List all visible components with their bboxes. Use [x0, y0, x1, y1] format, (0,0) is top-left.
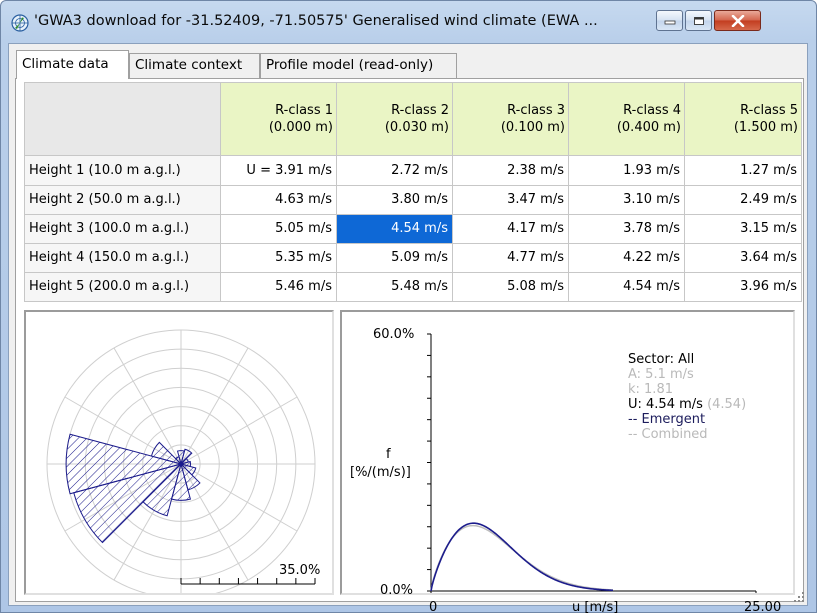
- column-roughness: (0.000 m): [268, 120, 333, 136]
- y-axis-label-f: f: [386, 447, 391, 462]
- data-cell[interactable]: 4.54 m/s: [568, 271, 685, 303]
- column-name: R-class 1: [275, 103, 333, 119]
- data-cell[interactable]: 3.80 m/s: [336, 184, 453, 215]
- window-client-area: Climate data Climate context Profile mod…: [8, 43, 808, 615]
- y-axis-label-units: [%/(m/s)]: [350, 465, 411, 480]
- close-button[interactable]: [714, 10, 761, 31]
- column-name: R-class 4: [623, 103, 681, 119]
- table-row: Height 3 (100.0 m a.g.l.) 5.05 m/s 4.54 …: [24, 213, 802, 244]
- data-cell[interactable]: 3.64 m/s: [684, 242, 802, 273]
- rose-grid-spoke: [180, 463, 298, 532]
- rose-grid-spoke: [180, 347, 249, 465]
- data-cell[interactable]: 4.17 m/s: [452, 213, 569, 244]
- wind-rose-app-icon: [11, 14, 29, 32]
- grid-header-row: R-class 1 (0.000 m) R-class 2 (0.030 m) R-…: [24, 81, 802, 157]
- climate-data-page: R-class 1 (0.000 m) R-class 2 (0.030 m) R-…: [15, 78, 804, 615]
- row-header[interactable]: Height 4 (150.0 m a.g.l.): [24, 242, 221, 273]
- climate-data-grid: R-class 1 (0.000 m) R-class 2 (0.030 m) R-…: [24, 81, 802, 303]
- data-cell[interactable]: 3.10 m/s: [568, 184, 685, 215]
- column-header[interactable]: R-class 2 (0.030 m): [336, 81, 453, 157]
- data-cell[interactable]: 2.49 m/s: [684, 184, 802, 215]
- table-row: Height 5 (200.0 m a.g.l.) 5.46 m/s 5.48 …: [24, 271, 802, 303]
- data-cell[interactable]: 4.22 m/s: [568, 242, 685, 273]
- data-cell[interactable]: 3.15 m/s: [684, 213, 802, 244]
- data-cell[interactable]: 5.09 m/s: [336, 242, 453, 273]
- table-row: Height 2 (50.0 m a.g.l.) 4.63 m/s 3.80 m…: [24, 184, 802, 215]
- column-header[interactable]: R-class 4 (0.400 m): [568, 81, 685, 157]
- table-row: Height 1 (10.0 m a.g.l.) U = 3.91 m/s 2.…: [24, 155, 802, 186]
- row-header[interactable]: Height 2 (50.0 m a.g.l.): [24, 184, 221, 215]
- legend-sector: Sector: All: [628, 352, 695, 367]
- data-cell[interactable]: 5.48 m/s: [336, 271, 453, 303]
- tab-climate-data[interactable]: Climate data: [16, 50, 129, 79]
- data-cell[interactable]: 5.08 m/s: [452, 271, 569, 303]
- tab-profile-model[interactable]: Profile model (read-only): [260, 53, 457, 78]
- column-name: R-class 5: [740, 103, 798, 119]
- selected-data-cell[interactable]: 4.54 m/s: [336, 213, 453, 244]
- wind-rose-plot: [46, 329, 316, 599]
- data-cell[interactable]: 1.27 m/s: [684, 155, 802, 186]
- data-cell[interactable]: 3.96 m/s: [684, 271, 802, 303]
- column-roughness: (0.400 m): [616, 120, 681, 136]
- column-roughness: (1.500 m): [733, 120, 798, 136]
- legend-mean-speed-combined: (4.54): [707, 397, 747, 412]
- rose-grid-spoke: [180, 396, 298, 465]
- emergent-distribution-curve: [430, 522, 614, 592]
- data-cell[interactable]: 4.63 m/s: [220, 184, 337, 215]
- y-axis-max-label: 60.0%: [373, 327, 415, 342]
- legend-emergent: -- Emergent: [628, 412, 706, 427]
- grid-corner-cell: [24, 81, 221, 157]
- maximize-button[interactable]: [685, 10, 712, 31]
- data-cell[interactable]: 2.38 m/s: [452, 155, 569, 186]
- minimize-icon: [664, 20, 675, 24]
- data-cell[interactable]: U = 3.91 m/s: [220, 155, 337, 186]
- column-header[interactable]: R-class 3 (0.100 m): [452, 81, 569, 157]
- table-row: Height 4 (150.0 m a.g.l.) 5.35 m/s 5.09 …: [24, 242, 802, 273]
- column-roughness: (0.100 m): [500, 120, 565, 136]
- data-cell[interactable]: 3.78 m/s: [568, 213, 685, 244]
- column-name: R-class 2: [391, 103, 449, 119]
- column-name: R-class 3: [507, 103, 565, 119]
- y-axis-min-label: 0.0%: [380, 583, 414, 598]
- rose-grid-spoke: [113, 347, 182, 465]
- wind-rose-panel[interactable]: 35.0%: [24, 310, 334, 599]
- legend-mean-speed-value: U: 4.54 m/s: [628, 397, 703, 412]
- legend-mean-speed: U: 4.54 m/s (4.54): [628, 397, 746, 412]
- column-header[interactable]: R-class 1 (0.000 m): [220, 81, 337, 157]
- close-icon: [731, 14, 744, 27]
- row-header[interactable]: Height 5 (200.0 m a.g.l.): [24, 271, 221, 303]
- legend-combined: -- Combined: [628, 427, 708, 442]
- window: 'GWA3 download for -31.52409, -71.50575'…: [0, 0, 817, 615]
- row-header[interactable]: Height 1 (10.0 m a.g.l.): [24, 155, 221, 186]
- tab-climate-context[interactable]: Climate context: [129, 53, 260, 78]
- window-title: 'GWA3 download for -31.52409, -71.50575'…: [34, 13, 598, 29]
- resize-grip-icon[interactable]: [792, 590, 806, 604]
- row-header[interactable]: Height 3 (100.0 m a.g.l.): [24, 213, 221, 244]
- data-cell[interactable]: 5.35 m/s: [220, 242, 337, 273]
- data-cell[interactable]: 3.47 m/s: [452, 184, 569, 215]
- column-roughness: (0.030 m): [384, 120, 449, 136]
- histogram-legend: Sector: All A: 5.1 m/s k: 1.81 U: 4.54 m…: [628, 352, 746, 442]
- legend-k-parameter: k: 1.81: [628, 382, 673, 397]
- rose-scale-label: 35.0%: [279, 563, 321, 578]
- data-cell[interactable]: 5.05 m/s: [220, 213, 337, 244]
- frequency-histogram-panel[interactable]: 60.0% 0.0% 0 25.00 u [m/s] f [%/(m/s)] S…: [340, 310, 795, 615]
- data-cell[interactable]: 4.77 m/s: [452, 242, 569, 273]
- title-bar[interactable]: 'GWA3 download for -31.52409, -71.50575'…: [1, 1, 816, 43]
- data-cell[interactable]: 5.46 m/s: [220, 271, 337, 303]
- legend-a-parameter: A: 5.1 m/s: [628, 367, 694, 382]
- column-header[interactable]: R-class 5 (1.500 m): [684, 81, 802, 157]
- data-cell[interactable]: 1.93 m/s: [568, 155, 685, 186]
- data-cell[interactable]: 2.72 m/s: [336, 155, 453, 186]
- maximize-icon: [693, 16, 704, 25]
- minimize-button[interactable]: [656, 10, 683, 31]
